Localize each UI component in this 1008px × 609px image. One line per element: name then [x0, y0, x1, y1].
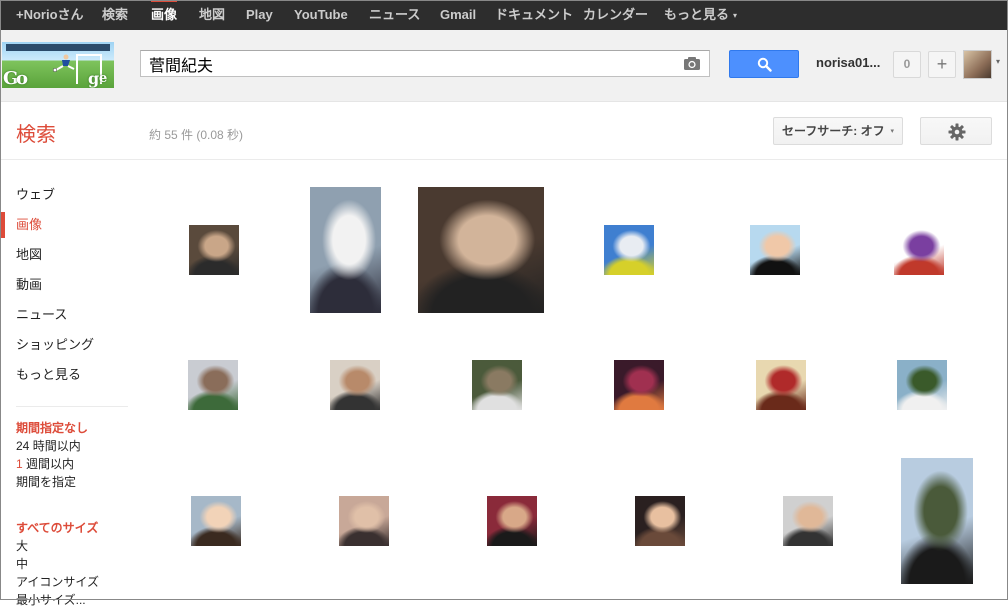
time-filter-heading[interactable]: 期間指定なし: [16, 419, 88, 437]
topbar-item-news[interactable]: ニュース: [369, 0, 420, 30]
image-result[interactable]: [339, 496, 389, 546]
image-result[interactable]: [188, 360, 238, 410]
chevron-down-icon: ▾: [733, 10, 738, 20]
time-filter-num: 1: [16, 457, 23, 471]
topbar-item-maps[interactable]: 地図: [199, 0, 225, 30]
size-filter-medium[interactable]: 中: [16, 555, 99, 573]
topbar-item-search[interactable]: 検索: [102, 0, 128, 30]
search-box: [140, 50, 710, 77]
topbar-item-images[interactable]: 画像: [151, 0, 178, 30]
leftnav-item-web[interactable]: ウェブ: [0, 180, 130, 210]
image-result[interactable]: [897, 360, 947, 410]
time-filter-group: 期間指定なし 24 時間以内 1 週間以内 期間を指定: [16, 419, 88, 491]
size-filter-group: すべてのサイズ 大 中 アイコンサイズ 最小サイズ...: [16, 519, 99, 609]
image-result[interactable]: [418, 187, 544, 313]
chevron-down-icon: ▾: [890, 128, 894, 135]
image-result[interactable]: [614, 360, 664, 410]
topbar-item-more[interactable]: もっと見る ▾: [664, 0, 737, 30]
leftnav-item-videos[interactable]: 動画: [0, 270, 130, 300]
image-result[interactable]: [756, 360, 806, 410]
image-result[interactable]: [604, 225, 654, 275]
image-result[interactable]: [472, 360, 522, 410]
image-result[interactable]: [894, 225, 944, 275]
time-filter-text: 期間を指定: [16, 475, 77, 489]
topbar-item-youtube[interactable]: YouTube: [294, 0, 348, 30]
topbar-item-profile[interactable]: +Norioさん: [16, 0, 84, 30]
image-result[interactable]: [191, 496, 241, 546]
leftnav-item-news[interactable]: ニュース: [0, 300, 130, 330]
search-input[interactable]: [149, 54, 669, 73]
leftnav-item-shopping[interactable]: ショッピング: [0, 330, 130, 360]
gear-icon: [948, 123, 966, 141]
topbar-item-calendar[interactable]: カレンダー: [583, 0, 648, 30]
image-result[interactable]: [901, 458, 973, 584]
time-filter-num: 24: [16, 439, 30, 453]
image-result[interactable]: [310, 187, 381, 313]
size-filter-min[interactable]: 最小サイズ...: [16, 591, 99, 609]
size-filter-large[interactable]: 大: [16, 537, 99, 555]
settings-button[interactable]: [920, 117, 992, 145]
leftnav-item-more[interactable]: もっと見る: [0, 360, 130, 390]
page-title: 検索: [16, 124, 56, 146]
image-result[interactable]: [487, 496, 537, 546]
search-icon: [757, 57, 772, 72]
time-filter-text: 時間以内: [29, 439, 81, 453]
doodle-letter-g2-icon: g: [88, 69, 100, 88]
time-filter-24h[interactable]: 24 時間以内: [16, 437, 88, 455]
time-filter-1w[interactable]: 1 週間以内: [16, 455, 88, 473]
doodle-letter-o-icon: o: [16, 68, 29, 88]
doodle-scoreboard: [6, 44, 110, 51]
left-nav: ウェブ 画像 地図 動画 ニュース ショッピング もっと見る: [0, 180, 130, 390]
image-result[interactable]: [189, 225, 239, 275]
leftnav-item-maps[interactable]: 地図: [0, 240, 130, 270]
chevron-down-icon[interactable]: ▾: [996, 57, 1000, 66]
image-result[interactable]: [783, 496, 833, 546]
leftnav-divider: [16, 406, 128, 407]
notification-count-button[interactable]: 0: [893, 51, 921, 78]
safesearch-dropdown[interactable]: セーフサーチ: オフ ▾: [773, 117, 903, 145]
result-stats: 約 55 件 (0.08 秒): [149, 128, 244, 142]
doodle-player-icon: [52, 54, 75, 72]
size-filter-icon[interactable]: アイコンサイズ: [16, 573, 99, 591]
size-filter-heading[interactable]: すべてのサイズ: [16, 519, 99, 537]
image-result[interactable]: [330, 360, 380, 410]
topbar-more-label: もっと見る: [664, 7, 730, 22]
header: G o g e norisa01... 0 + ▾: [0, 30, 1008, 102]
topbar-item-gmail[interactable]: Gmail: [440, 0, 476, 30]
safesearch-label: セーフサーチ: オフ: [782, 124, 885, 138]
leftnav-item-images[interactable]: 画像: [0, 210, 130, 240]
time-filter-custom[interactable]: 期間を指定: [16, 473, 88, 491]
time-filter-text: 週間以内: [22, 457, 75, 471]
avatar[interactable]: [963, 50, 992, 79]
share-button[interactable]: +: [928, 51, 956, 78]
image-result[interactable]: [750, 225, 800, 275]
topbar-item-play[interactable]: Play: [246, 0, 273, 30]
soccer-doodle-logo[interactable]: G o g e: [2, 42, 114, 88]
username-label[interactable]: norisa01...: [816, 55, 880, 70]
doodle-letter-e-icon: e: [99, 71, 108, 86]
top-nav-bar: +Norioさん 検索 画像 地図 Play YouTube ニュース Gmai…: [0, 0, 1008, 30]
image-result[interactable]: [635, 496, 685, 546]
results-toolbar: 検索 約 55 件 (0.08 秒) セーフサーチ: オフ ▾: [0, 102, 1008, 160]
topbar-item-docs[interactable]: ドキュメント: [495, 0, 573, 30]
search-button[interactable]: [729, 50, 799, 78]
camera-icon[interactable]: [683, 56, 701, 71]
